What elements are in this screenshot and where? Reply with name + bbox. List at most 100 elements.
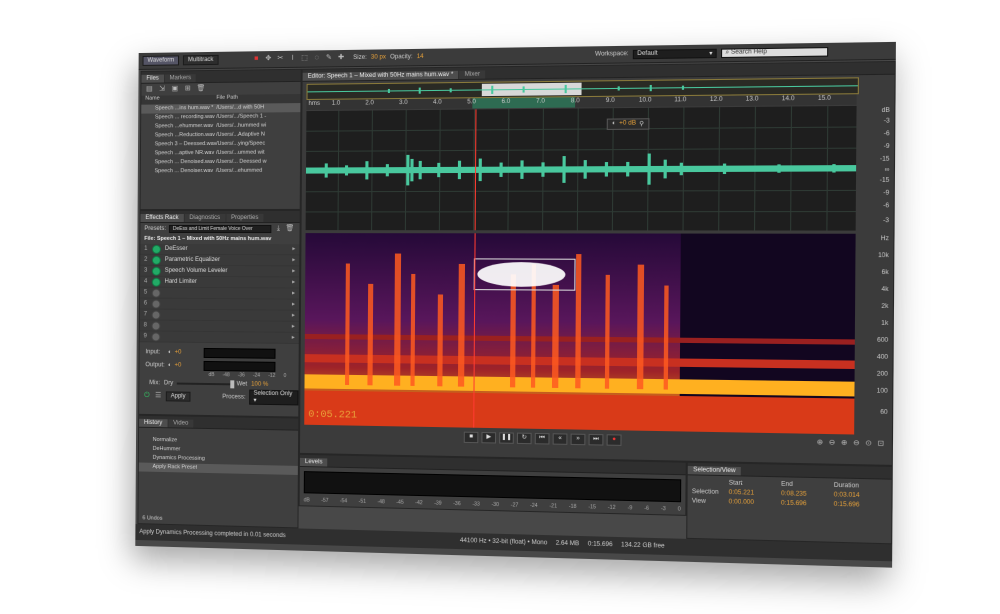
power-icon[interactable] (152, 288, 161, 297)
search-help-input[interactable]: ⌕ Search Help (721, 47, 828, 58)
chevron-right-icon[interactable]: ▸ (292, 289, 295, 299)
go-to-start-icon[interactable]: ⏮ (535, 433, 550, 445)
marquee-tool-icon[interactable]: ⬚ (300, 55, 308, 63)
save-preset-icon[interactable]: ⤓ (274, 225, 282, 233)
column-duration: Duration (834, 483, 887, 491)
output-knob-icon[interactable]: ◐ (168, 362, 172, 368)
waveform-display[interactable]: ◐ +0 dB ⚲ (306, 106, 857, 231)
power-icon[interactable] (152, 244, 161, 253)
opacity-value[interactable]: 14 (417, 54, 424, 60)
input-value[interactable]: +0 (175, 349, 182, 355)
column-file-path[interactable]: File Path (216, 95, 238, 104)
mix-slider[interactable] (177, 383, 233, 386)
power-icon[interactable] (151, 332, 160, 341)
workspace-label: Workspace: (595, 51, 629, 58)
time-selection-tool-icon[interactable]: I (288, 55, 296, 63)
multitrack-button[interactable]: Multitrack (183, 55, 218, 65)
chevron-right-icon[interactable]: ▸ (292, 333, 295, 343)
chevron-right-icon[interactable]: ▸ (292, 322, 295, 332)
chevron-right-icon[interactable]: ▸ (292, 244, 295, 254)
spectral-display[interactable]: 0:05.221 (304, 233, 855, 434)
wet-value[interactable]: 100 % (251, 382, 268, 388)
trash-icon[interactable]: 🗑 (197, 85, 205, 93)
chevron-right-icon[interactable]: ▸ (292, 277, 295, 287)
power-icon[interactable] (152, 277, 161, 286)
effect-slot[interactable]: 1 DeEsser ▸ (140, 244, 299, 255)
zoom-selection-icon[interactable]: ⊡ (876, 440, 885, 449)
delete-preset-icon[interactable]: 🗑 (285, 225, 293, 233)
record-icon[interactable]: ● (607, 434, 622, 446)
selection-start[interactable]: 0:05.221 (729, 490, 781, 497)
power-icon[interactable] (152, 310, 161, 319)
tab-diagnostics[interactable]: Diagnostics (184, 214, 225, 222)
zoom-out-time-icon[interactable]: ⊖ (852, 440, 861, 449)
amplitude-knob-icon[interactable]: ◐ (612, 121, 616, 128)
list-icon[interactable]: ☰ (154, 392, 161, 400)
effect-slot[interactable]: 3 Speech Volume Leveler ▸ (140, 266, 299, 278)
power-icon[interactable] (152, 266, 161, 275)
spot-healing-icon[interactable]: ✚ (337, 54, 345, 62)
effect-slot[interactable]: 9 ▸ (140, 331, 299, 344)
loop-icon[interactable]: ↻ (517, 433, 532, 445)
power-all-icon[interactable]: ⏻ (143, 392, 150, 400)
move-tool-icon[interactable]: ✥ (264, 55, 272, 63)
new-file-icon[interactable]: ▣ (171, 85, 179, 93)
zoom-in-time-icon[interactable]: ⊕ (840, 440, 849, 449)
import-file-icon[interactable]: ⇲ (158, 85, 166, 93)
effect-slot[interactable]: 2 Parametric Equalizer ▸ (140, 255, 299, 267)
apply-button[interactable]: Apply (166, 391, 191, 401)
input-label: Input: (145, 349, 165, 355)
tab-levels[interactable]: Levels (300, 458, 328, 467)
tab-mixer[interactable]: Mixer (459, 70, 485, 79)
view-start[interactable]: 0:00.000 (729, 499, 781, 507)
power-icon[interactable] (152, 299, 161, 308)
chevron-right-icon[interactable]: ▸ (292, 266, 295, 276)
view-duration[interactable]: 0:15.696 (834, 502, 887, 510)
brush-tool-icon[interactable]: ✎ (325, 54, 333, 62)
file-row[interactable]: Speech ... Denoiser.wav/Users/...ehummed (141, 167, 300, 177)
output-label: Output: (145, 362, 165, 368)
presets-select[interactable]: DeEss and Limit Female Voice Over (169, 224, 271, 232)
workspace-select[interactable]: Default ▾ (633, 48, 717, 59)
size-value[interactable]: 30 px (371, 54, 386, 60)
zoom-in-amplitude-icon[interactable]: ⊕ (815, 439, 824, 448)
power-icon[interactable] (152, 321, 161, 330)
tab-properties[interactable]: Properties (226, 214, 263, 222)
waveform-button[interactable]: Waveform (143, 55, 180, 65)
open-file-icon[interactable]: ▤ (145, 86, 153, 94)
tab-editor[interactable]: Editor: Speech 1 – Mixed with 50Hz mains… (303, 71, 459, 81)
tab-files[interactable]: Files (141, 75, 163, 83)
process-select[interactable]: Selection Only ▾ (249, 390, 298, 406)
stop-icon[interactable]: ■ (464, 432, 479, 444)
fast-forward-icon[interactable]: » (571, 434, 586, 446)
lasso-tool-icon[interactable]: ◌ (313, 54, 321, 62)
amplitude-hud[interactable]: ◐ +0 dB ⚲ (607, 118, 650, 130)
go-to-end-icon[interactable]: ⏭ (589, 434, 604, 446)
razor-tool-icon[interactable]: ✂ (276, 55, 284, 63)
pin-icon[interactable]: ⚲ (639, 120, 644, 127)
output-value[interactable]: +0 (175, 362, 182, 368)
mix-slider-handle[interactable] (231, 380, 235, 388)
tab-selection-view[interactable]: Selection/View (688, 466, 741, 475)
rewind-icon[interactable]: « (553, 433, 568, 445)
zoom-out-amplitude-icon[interactable]: ⊖ (828, 439, 837, 448)
play-icon[interactable]: ▶ (481, 432, 496, 444)
view-end[interactable]: 0:15.696 (781, 500, 834, 508)
selection-end[interactable]: 0:08.235 (781, 491, 834, 499)
tab-history[interactable]: History (139, 419, 167, 427)
tab-markers[interactable]: Markers (165, 74, 196, 82)
ruler-tick: 11.0 (674, 97, 686, 103)
pause-icon[interactable]: ❚❚ (499, 432, 514, 444)
record-mode-icon[interactable]: ■ (252, 55, 260, 63)
power-icon[interactable] (152, 255, 161, 264)
tab-effects-rack[interactable]: Effects Rack (140, 214, 183, 222)
chevron-right-icon[interactable]: ▸ (292, 300, 295, 310)
chevron-right-icon[interactable]: ▸ (292, 255, 295, 265)
hud-value[interactable]: +0 dB (619, 120, 636, 127)
chevron-right-icon[interactable]: ▸ (292, 311, 295, 321)
tab-video[interactable]: Video (168, 419, 193, 427)
insert-into-multitrack-icon[interactable]: ⊞ (184, 85, 192, 93)
zoom-full-icon[interactable]: ⊙ (864, 440, 873, 449)
selection-duration[interactable]: 0:03.014 (834, 492, 887, 500)
input-knob-icon[interactable]: ◐ (168, 349, 172, 355)
